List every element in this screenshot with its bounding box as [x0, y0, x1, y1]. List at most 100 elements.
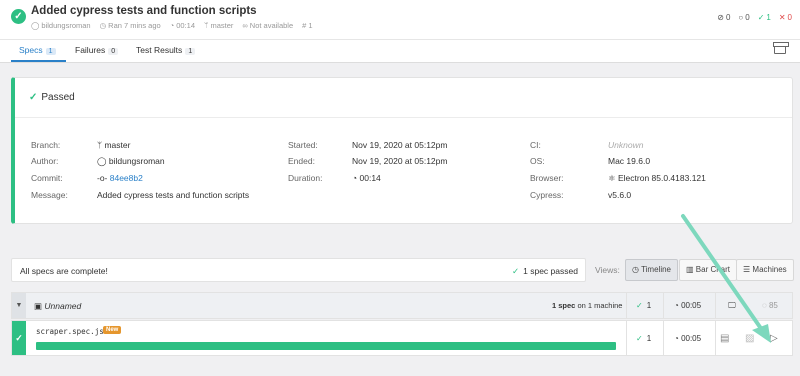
- hash-icon: #: [302, 21, 307, 30]
- author-label: Author:: [31, 156, 59, 166]
- summary-box: All specs are complete! ✓ 1 spec passed: [11, 258, 586, 282]
- run-header: ✓ Added cypress tests and function scrip…: [0, 0, 800, 40]
- column-divider: [626, 293, 627, 318]
- started-value: Nov 19, 2020 at 05:12pm: [352, 140, 448, 150]
- tab-count-badge: 1: [185, 48, 196, 55]
- timer-icon: ◔: [674, 301, 682, 310]
- message-value: Added cypress tests and function scripts: [97, 190, 250, 200]
- ci-label: CI:: [530, 140, 541, 150]
- ended-value: Nov 19, 2020 at 05:12pm: [352, 156, 448, 166]
- duration-meta: ◔ 00:14: [169, 21, 195, 30]
- avatar-icon: ◯: [97, 156, 109, 166]
- author-meta[interactable]: ◯ bildungsroman: [31, 21, 91, 30]
- bar-chart-icon: ▥: [686, 265, 696, 274]
- spec-progress-bar: [36, 342, 616, 350]
- passed-count: ✓ 1: [757, 13, 771, 22]
- commit-label: Commit:: [31, 173, 63, 183]
- branch-icon: ᛘ: [204, 21, 209, 30]
- availability-meta: ∞ Not available: [242, 21, 294, 30]
- gauge-icon: ◌: [762, 301, 769, 310]
- group-name: ▣ Unnamed: [34, 301, 82, 311]
- tab-specs[interactable]: Specs 1: [19, 45, 56, 55]
- list-icon: ☰: [743, 265, 753, 274]
- skipped-icon: ⊘: [717, 13, 724, 22]
- divider: [15, 117, 792, 118]
- complete-text: All specs are complete!: [20, 266, 108, 276]
- run-number-meta: #1: [302, 21, 313, 30]
- active-tab-indicator: [11, 60, 66, 62]
- timeline-view-button[interactable]: ◷ Timeline: [625, 259, 678, 281]
- x-icon: ✕: [778, 13, 786, 22]
- pending-count: ○ 0: [738, 13, 750, 22]
- new-badge: New: [103, 326, 122, 334]
- os-value: Mac 19.6.0: [608, 156, 651, 166]
- machine-icon: 🖵: [728, 301, 736, 310]
- passed-status-icon: ✓: [12, 321, 26, 355]
- check-icon: ✓: [512, 266, 520, 276]
- machines-view-button[interactable]: ☰ Machines: [736, 259, 794, 281]
- check-icon: ✓: [636, 301, 643, 310]
- commit-link[interactable]: 84ee8b2: [110, 173, 143, 183]
- spec-passed: ✓ 1: [636, 334, 652, 343]
- duration-value: ◔ 00:14: [352, 173, 381, 183]
- timer-icon: ◔: [674, 334, 682, 343]
- box-icon: ▣: [34, 301, 45, 311]
- spec-row[interactable]: ✓ scraper.spec.js New ✓ 1 ◔ 00:05 ▤ ▨ ▷: [11, 320, 793, 356]
- os-label: OS:: [530, 156, 545, 166]
- views-label: Views:: [595, 265, 620, 275]
- spec-duration: ◔ 00:05: [674, 334, 702, 343]
- run-status: ✓ Passed: [29, 92, 75, 103]
- run-tabs: Specs 1 Failures 0 Test Results 1: [0, 40, 800, 63]
- result-counts: ⊘ 0 ○ 0 ✓ 1 ✕ 0: [717, 13, 792, 22]
- column-divider: [715, 321, 716, 355]
- clock-icon: ◷: [632, 265, 642, 274]
- collapse-toggle-icon[interactable]: ▼: [12, 293, 26, 318]
- check-icon: ✓: [757, 13, 765, 22]
- pending-icon: ○: [738, 13, 744, 22]
- column-divider: [626, 321, 627, 355]
- timer-icon: ◔: [352, 173, 360, 183]
- skipped-count: ⊘ 0: [717, 13, 731, 22]
- cypress-label: Cypress:: [530, 190, 564, 200]
- author-value: ◯ bildungsroman: [97, 156, 165, 166]
- check-icon: ✓: [636, 334, 643, 343]
- play-video-icon[interactable]: ▷: [770, 333, 778, 344]
- output-log-icon[interactable]: ▤: [720, 333, 729, 344]
- user-icon: ◯: [31, 21, 40, 30]
- run-meta: ◯ bildungsroman ◷ Ran 7 mins ago ◔ 00:14 ᛘm…: [31, 21, 312, 30]
- tab-count-badge: 0: [108, 48, 119, 55]
- branch-value[interactable]: ᛘ master: [97, 140, 130, 150]
- group-score: ◌ 85: [762, 301, 778, 310]
- electron-icon: ⚛: [608, 173, 618, 183]
- column-divider: [663, 293, 664, 318]
- timer-icon: ◔: [169, 21, 175, 30]
- ran-meta: ◷ Ran 7 mins ago: [99, 21, 161, 30]
- commit-value: -o- 84ee8b2: [97, 173, 143, 183]
- browser-value: ⚛ Electron 85.0.4183.121: [608, 173, 706, 183]
- group-duration: ◔ 00:05: [674, 301, 702, 310]
- tab-failures[interactable]: Failures 0: [75, 45, 119, 55]
- archive-icon[interactable]: [773, 42, 789, 54]
- tab-count-badge: 1: [45, 48, 56, 55]
- ci-value: Unknown: [608, 140, 644, 150]
- specs-summary: All specs are complete! ✓ 1 spec passed V…: [11, 258, 794, 282]
- tab-test-results[interactable]: Test Results 1: [136, 45, 196, 55]
- started-label: Started:: [288, 140, 318, 150]
- failed-count: ✕ 0: [778, 13, 792, 22]
- spec-filename[interactable]: scraper.spec.js: [36, 327, 104, 336]
- browser-label: Browser:: [530, 173, 564, 183]
- branch-label: Branch:: [31, 140, 61, 150]
- message-label: Message:: [31, 190, 68, 200]
- screenshot-icon[interactable]: ▨: [745, 333, 754, 344]
- duration-label: Duration:: [288, 173, 323, 183]
- column-divider: [663, 321, 664, 355]
- passed-status-icon: ✓: [11, 9, 26, 24]
- link-icon: ∞: [242, 21, 248, 30]
- group-passed: ✓ 1: [636, 301, 652, 310]
- clock-icon: ◷: [99, 21, 107, 30]
- run-details-card: ✓ Passed Branch: ᛘ master Author: ◯ bildu…: [11, 77, 793, 224]
- spec-group-row[interactable]: ▼ ▣ Unnamed 1 spec on 1 machine ✓ 1 ◔ 00:…: [11, 292, 793, 319]
- bar-chart-view-button[interactable]: ▥ Bar Chart: [679, 259, 738, 281]
- branch-meta[interactable]: ᛘ master: [204, 21, 233, 30]
- ended-label: Ended:: [288, 156, 315, 166]
